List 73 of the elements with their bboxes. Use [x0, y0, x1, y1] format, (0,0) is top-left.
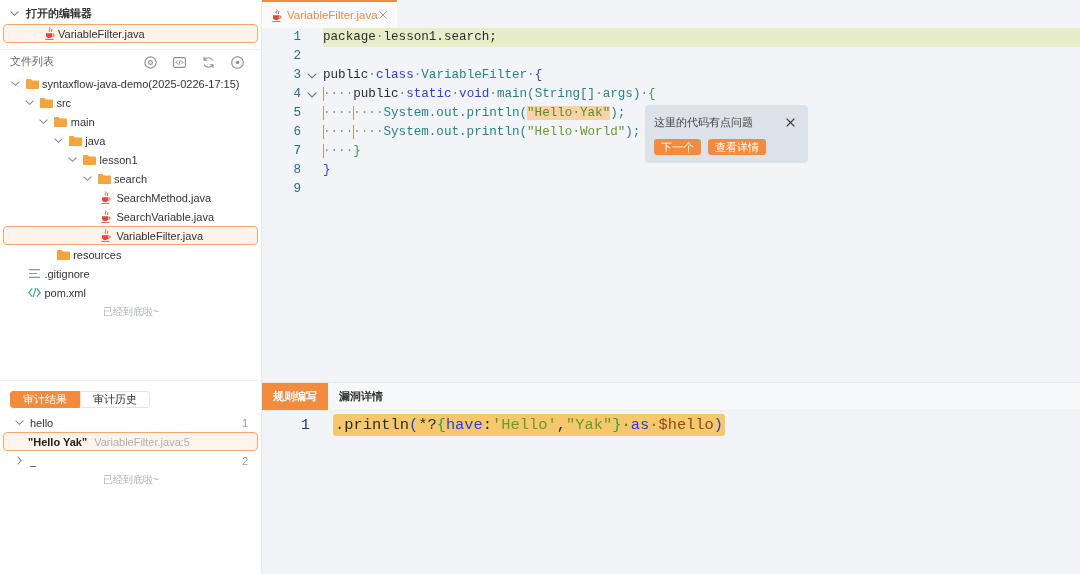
segment-tab[interactable]: 审计历史 — [80, 391, 150, 408]
coffee-cup-icon — [101, 229, 112, 242]
code-icon[interactable] — [173, 55, 186, 69]
result-value: "Hello Yak" — [28, 435, 88, 448]
folder-icon — [39, 97, 53, 108]
folder-icon — [56, 249, 70, 260]
tree-item[interactable]: VariableFilter.java — [3, 226, 258, 245]
tree-item[interactable]: SearchMethod.java — [3, 188, 258, 207]
chevron-down-icon[interactable] — [68, 157, 78, 162]
code-brackets-icon — [27, 288, 41, 297]
chevron-down-icon[interactable] — [10, 10, 19, 16]
tree-item[interactable]: syntaxflow-java-demo(2025-0226-17:15) — [3, 74, 258, 93]
line-number: 1 — [292, 29, 301, 46]
fold-chevron-icon[interactable] — [307, 72, 317, 79]
coffee-cup-icon — [45, 27, 55, 40]
code-line: ········System.out.println("Hello·World"); — [323, 124, 641, 141]
folder-icon — [83, 154, 97, 165]
fold-chevron-icon[interactable] — [307, 91, 317, 98]
section-title: 文件列表 — [10, 55, 54, 69]
tree-item[interactable]: java — [3, 131, 258, 150]
tree-item[interactable]: SearchVariable.java — [3, 207, 258, 226]
coffee-cup-icon — [101, 210, 112, 223]
tree-item[interactable]: .gitignore — [3, 264, 258, 283]
tree-item[interactable]: lesson1 — [3, 150, 258, 169]
folder-icon — [97, 173, 111, 184]
folder-icon — [25, 78, 39, 89]
chevron-down-icon[interactable] — [82, 176, 92, 181]
chevron-right-icon[interactable] — [17, 456, 22, 465]
section-title: 打开的编辑器 — [26, 5, 92, 21]
coffee-cup-icon — [272, 8, 282, 22]
dot-circle-icon[interactable] — [231, 55, 244, 69]
tree-item[interactable]: src — [3, 93, 258, 112]
group-name: _ — [30, 454, 37, 467]
folder-icon — [54, 116, 68, 127]
line-number: 4 — [292, 86, 301, 103]
line-number: 2 — [292, 48, 301, 65]
close-icon[interactable] — [786, 117, 795, 127]
line-number: 6 — [292, 124, 301, 141]
chevron-down-icon[interactable] — [24, 100, 34, 105]
tree-item[interactable]: main — [3, 112, 258, 131]
chevron-down-icon[interactable] — [39, 119, 49, 124]
tree-item[interactable]: pom.xml — [3, 283, 258, 302]
refresh-icon[interactable] — [202, 55, 215, 69]
group-count: 2 — [241, 454, 248, 467]
code-line: ····} — [323, 143, 361, 160]
group-count: 1 — [241, 416, 248, 429]
code-line: ········System.out.println("Hello·Yak"); — [323, 105, 626, 122]
chevron-down-icon[interactable] — [15, 420, 24, 425]
popup-message: 这里的代码有点问题 — [654, 115, 753, 129]
tree-item[interactable]: search — [3, 169, 258, 188]
end-of-list-note: 已经到底啦~ — [101, 305, 160, 319]
chevron-down-icon[interactable] — [10, 81, 20, 86]
end-of-list-note: 已经到底啦~ — [101, 473, 160, 487]
line-number: 3 — [292, 67, 301, 84]
code-line: } — [323, 162, 331, 179]
tree-item[interactable]: resources — [3, 245, 258, 264]
crosshair-icon[interactable] — [144, 55, 157, 69]
code-line: public·class·VariableFilter·{ — [323, 67, 543, 84]
result-item[interactable]: "Hello Yak" VariableFilter.java:5 — [3, 432, 258, 451]
coffee-cup-icon — [101, 191, 112, 204]
line-number: 1 — [299, 415, 310, 436]
chevron-down-icon[interactable] — [53, 138, 63, 143]
open-file-item[interactable]: VariableFilter.java — [3, 24, 258, 43]
text-lines-icon — [28, 269, 40, 278]
line-number: 8 — [292, 162, 301, 179]
line-number: 7 — [292, 143, 301, 160]
group-name: hello — [30, 416, 54, 429]
folder-icon — [68, 135, 82, 146]
result-location: VariableFilter.java:5 — [94, 435, 190, 448]
line-number: 5 — [292, 105, 301, 122]
code-line: ····public·static·void·main(String[]·args)·{ — [323, 86, 656, 103]
line-number: 9 — [292, 181, 301, 198]
panel-tab[interactable]: 漏洞详情 — [328, 383, 394, 410]
